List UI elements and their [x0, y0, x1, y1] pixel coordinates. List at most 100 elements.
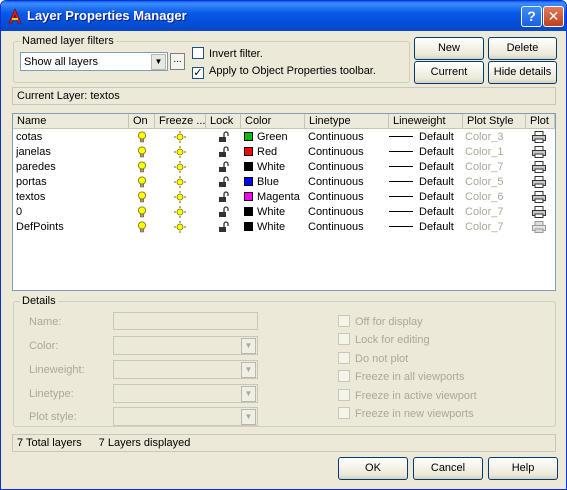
layer-name[interactable]: 0	[16, 206, 128, 220]
layer-linetype[interactable]: Continuous	[308, 131, 388, 145]
layer-linetype[interactable]: Continuous	[308, 146, 388, 160]
invert-filter-box[interactable]	[192, 47, 204, 59]
lightbulb-on-icon[interactable]	[137, 221, 147, 233]
lightbulb-on-icon[interactable]	[137, 146, 147, 158]
lightbulb-on-icon[interactable]	[137, 176, 147, 188]
layer-plot-style: Color_7	[465, 221, 504, 233]
sun-thawed-icon[interactable]	[174, 131, 186, 143]
layer-linetype[interactable]: Continuous	[308, 161, 388, 175]
invert-filter-checkbox[interactable]: Invert filter.	[192, 47, 263, 60]
column-header-name[interactable]: Name	[13, 114, 129, 129]
layer-filter-select[interactable]: Show all layers ▼	[20, 52, 168, 71]
new-layer-button[interactable]: New	[414, 37, 484, 60]
table-row[interactable]: 0 White Continuous Default Color_7	[13, 205, 555, 220]
lineweight-value: Default	[419, 221, 454, 233]
unlocked-padlock-icon[interactable]	[218, 176, 230, 188]
layer-linetype[interactable]: Continuous	[308, 221, 388, 235]
close-icon[interactable]: ✕	[543, 6, 564, 27]
unlocked-padlock-icon[interactable]	[218, 221, 230, 233]
layer-color[interactable]: White	[244, 221, 304, 235]
lightbulb-on-icon[interactable]	[137, 131, 147, 143]
layer-linetype[interactable]: Continuous	[308, 206, 388, 220]
filter-browse-button[interactable]: ...	[170, 53, 185, 70]
help-button[interactable]: Help	[488, 457, 558, 480]
layer-lineweight[interactable]: Default	[389, 176, 463, 190]
table-row[interactable]: paredes White Continuous Default Color_7	[13, 160, 555, 175]
printer-icon[interactable]	[532, 131, 546, 143]
layer-list[interactable]: Name On Freeze ... Lock Color Linetype L…	[12, 113, 556, 291]
layer-name[interactable]: janelas	[16, 146, 128, 160]
printer-icon[interactable]	[532, 161, 546, 173]
layer-lineweight[interactable]: Default	[389, 191, 463, 205]
layer-name[interactable]: textos	[16, 191, 128, 205]
column-header-plot[interactable]: Plot	[526, 114, 555, 129]
chevron-down-icon: ▼	[241, 362, 256, 378]
delete-layer-button[interactable]: Delete	[488, 37, 557, 60]
lightbulb-on-icon[interactable]	[137, 161, 147, 173]
lineweight-value: Default	[419, 191, 454, 203]
unlocked-padlock-icon[interactable]	[218, 206, 230, 218]
details-check-label: Freeze in all viewports	[355, 371, 465, 384]
layer-lineweight[interactable]: Default	[389, 206, 463, 220]
layer-color[interactable]: Green	[244, 131, 304, 145]
layer-color[interactable]: White	[244, 161, 304, 175]
layer-plot-style: Color_1	[465, 146, 504, 158]
layer-name[interactable]: paredes	[16, 161, 128, 175]
table-row[interactable]: portas Blue Continuous Default Color_5	[13, 175, 555, 190]
unlocked-padlock-icon[interactable]	[218, 161, 230, 173]
column-header-lineweight[interactable]: Lineweight	[389, 114, 463, 129]
column-header-color[interactable]: Color	[241, 114, 305, 129]
chevron-down-icon: ▼	[241, 386, 256, 402]
layer-color[interactable]: Blue	[244, 176, 304, 190]
layer-lineweight[interactable]: Default	[389, 146, 463, 160]
layer-linetype[interactable]: Continuous	[308, 191, 388, 205]
apply-toolbar-checkbox[interactable]: ✓ Apply to Object Properties toolbar.	[192, 65, 376, 79]
ok-button[interactable]: OK	[338, 457, 408, 480]
sun-thawed-icon[interactable]	[174, 206, 186, 218]
layer-linetype[interactable]: Continuous	[308, 176, 388, 190]
layer-name[interactable]: DefPoints	[16, 221, 128, 235]
printer-icon[interactable]	[532, 221, 546, 233]
table-row[interactable]: janelas Red Continuous Default Color_1	[13, 145, 555, 160]
column-header-on[interactable]: On	[129, 114, 155, 129]
layer-color[interactable]: Red	[244, 146, 304, 160]
apply-toolbar-box[interactable]: ✓	[192, 67, 204, 79]
disabled-checkbox	[338, 315, 350, 327]
layer-lineweight[interactable]: Default	[389, 131, 463, 145]
layer-color[interactable]: White	[244, 206, 304, 220]
layer-name[interactable]: cotas	[16, 131, 128, 145]
chevron-down-icon[interactable]: ▼	[151, 54, 166, 70]
sun-thawed-icon[interactable]	[174, 161, 186, 173]
column-header-freeze[interactable]: Freeze ...	[155, 114, 206, 129]
printer-icon[interactable]	[532, 146, 546, 158]
table-row[interactable]: textos Magenta Continuous Default Color_6	[13, 190, 555, 205]
cancel-button[interactable]: Cancel	[413, 457, 483, 480]
printer-icon[interactable]	[532, 206, 546, 218]
printer-icon[interactable]	[532, 176, 546, 188]
column-header-plot-style[interactable]: Plot Style	[463, 114, 526, 129]
unlocked-padlock-icon[interactable]	[218, 131, 230, 143]
unlocked-padlock-icon[interactable]	[218, 146, 230, 158]
column-header-linetype[interactable]: Linetype	[305, 114, 389, 129]
lightbulb-on-icon[interactable]	[137, 191, 147, 203]
title-bar[interactable]: Layer Properties Manager ? ✕	[1, 1, 566, 31]
color-swatch	[244, 222, 253, 231]
set-current-button[interactable]: Current	[414, 61, 484, 84]
details-check-1: Lock for editing	[338, 333, 430, 346]
help-titlebar-button[interactable]: ?	[521, 6, 542, 27]
sun-thawed-icon[interactable]	[174, 191, 186, 203]
sun-thawed-icon[interactable]	[174, 176, 186, 188]
unlocked-padlock-icon[interactable]	[218, 191, 230, 203]
sun-thawed-icon[interactable]	[174, 221, 186, 233]
sun-thawed-icon[interactable]	[174, 146, 186, 158]
printer-icon[interactable]	[532, 191, 546, 203]
column-header-lock[interactable]: Lock	[206, 114, 241, 129]
layer-color[interactable]: Magenta	[244, 191, 304, 205]
layer-name[interactable]: portas	[16, 176, 128, 190]
layer-lineweight[interactable]: Default	[389, 221, 463, 235]
hide-details-button[interactable]: Hide details	[488, 61, 557, 84]
table-row[interactable]: cotas Green Continuous Default Color_3	[13, 130, 555, 145]
lightbulb-on-icon[interactable]	[137, 206, 147, 218]
table-row[interactable]: DefPoints White Continuous Default Color_7	[13, 220, 555, 235]
layer-lineweight[interactable]: Default	[389, 161, 463, 175]
